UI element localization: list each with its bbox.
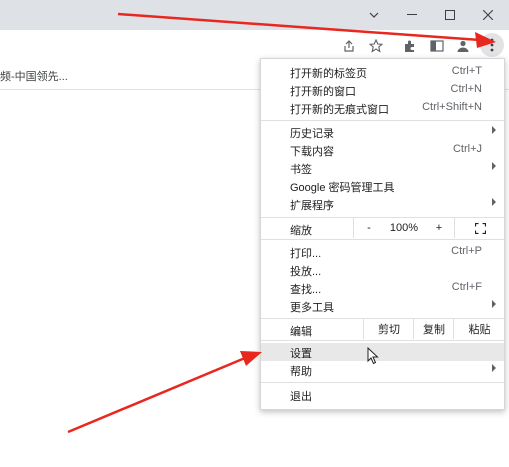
arrow-head-bottom <box>240 351 262 366</box>
arrow-line-bottom <box>67 356 246 434</box>
arrow-head-top <box>475 32 496 48</box>
arrow-line-top <box>117 12 481 42</box>
annotation-arrows <box>67 12 496 434</box>
